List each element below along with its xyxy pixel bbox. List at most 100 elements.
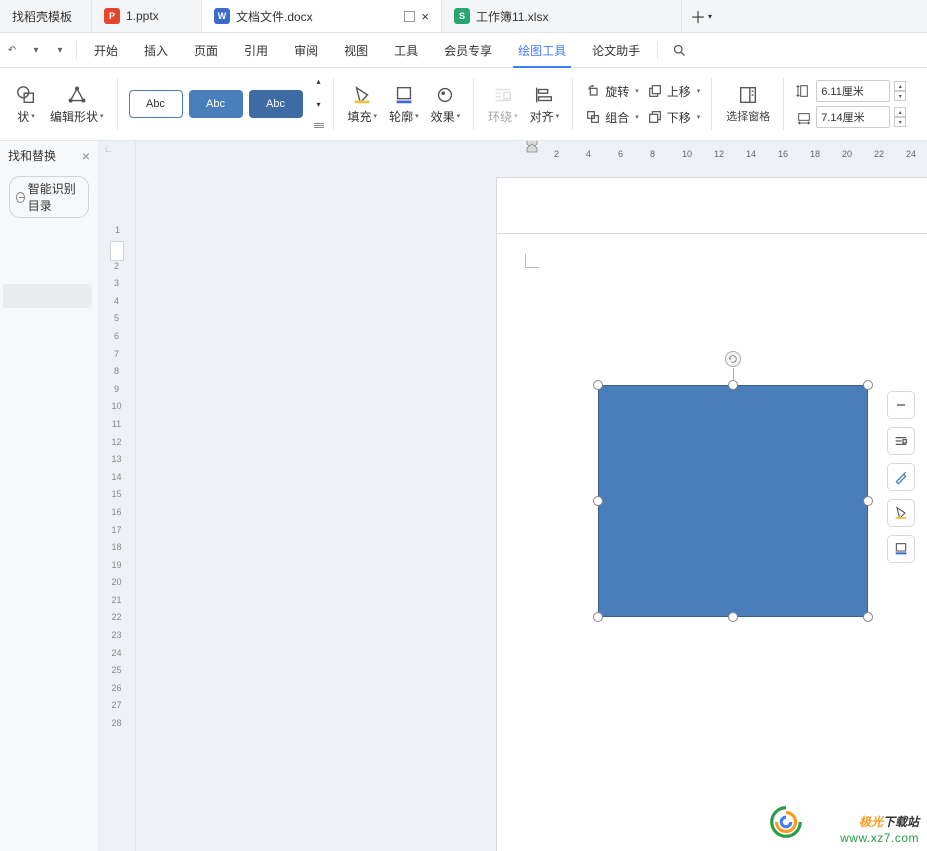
menu-insert[interactable]: 插入 [131,33,181,68]
align-icon [533,84,555,106]
ruler-tick: 12 [714,149,724,159]
menu-drawing-tools[interactable]: 绘图工具 [505,33,579,68]
ribbon-group-size: ▴▾ ▴▾ [784,68,918,140]
tab-label: 文档文件.docx [236,8,398,25]
page-thumbnail[interactable] [110,241,124,261]
wrap-button[interactable]: 环绕▾ [482,82,524,127]
horizontal-ruler: 24681012141618202224 [496,141,927,163]
layout-options-button[interactable] [887,427,915,455]
height-spin-down[interactable]: ▾ [894,91,906,101]
ruler-tick: 24 [906,149,916,159]
vruler-tick: 19 [111,558,121,572]
zoom-out-button[interactable] [887,391,915,419]
menu-chevron-right[interactable]: ▾ [48,45,72,56]
effect-button[interactable]: 效果▾ [425,82,467,127]
resize-handle-tr[interactable] [863,380,873,390]
powerpoint-icon: P [104,8,120,24]
menu-tools[interactable]: 工具 [381,33,431,68]
ribbon-toolbar: 状▾ 编辑形状▾ Abc Abc Abc ▴ ▾ 填充▾ [0,68,927,141]
width-spin-up[interactable]: ▴ [894,107,906,117]
tab-pptx[interactable]: P 1.pptx [92,0,202,32]
menu-reference[interactable]: 引用 [231,33,281,68]
resize-handle-tm[interactable] [728,380,738,390]
rotate-handle[interactable] [725,351,741,367]
resize-handle-br[interactable] [863,612,873,622]
resize-handle-bm[interactable] [728,612,738,622]
wrap-label: 环绕 [488,108,512,125]
menu-view[interactable]: 视图 [331,33,381,68]
edit-points-button[interactable] [887,463,915,491]
window-icon[interactable] [404,11,415,22]
effect-icon [434,84,456,106]
smart-toc-button[interactable]: 智能识别目录 [9,176,89,218]
rotate-label: 旋转 [605,83,629,100]
indent-marker-icon[interactable] [526,141,536,149]
shape-style-scroller: ▴ ▾ [312,77,326,131]
close-icon[interactable]: × [82,148,90,164]
group-button[interactable]: 组合▾ [585,106,639,128]
wrap-icon [492,84,514,106]
menu-paper-assistant[interactable]: 论文助手 [579,33,653,68]
outline-button[interactable]: 轮廓▾ [383,82,425,127]
panel-title: 找和替换 [8,147,56,164]
menu-page[interactable]: 页面 [181,33,231,68]
menu-review[interactable]: 审阅 [281,33,331,68]
width-input[interactable] [816,106,890,128]
vruler-tick: 4 [114,294,119,308]
send-backward-button[interactable]: 下移▾ [647,106,701,128]
selected-shape[interactable] [598,385,868,617]
shape-fill-tool-button[interactable] [887,499,915,527]
bring-forward-label: 上移 [667,83,691,100]
spreadsheet-icon: S [454,8,470,24]
ribbon-group-shape-styles: Abc Abc Abc ▴ ▾ [118,68,334,140]
vertical-ruler-column: ∟ 1 123456789101112131415161718192021222… [98,141,136,851]
resize-handle-tl[interactable] [593,380,603,390]
menu-start[interactable]: 开始 [81,33,131,68]
rotate-button[interactable]: 旋转▾ [585,80,639,102]
ruler-tick: 8 [650,149,655,159]
vruler-tick: 13 [111,452,121,466]
shape-style-outline[interactable]: Abc [129,90,183,118]
shape-rectangle[interactable] [598,385,868,617]
height-spin-up[interactable]: ▴ [894,81,906,91]
align-button[interactable]: 对齐▾ [524,82,566,127]
scroll-up-icon[interactable]: ▴ [317,77,321,86]
shape-style-fill-2[interactable]: Abc [249,90,303,118]
tab-xlsx[interactable]: S 工作簿11.xlsx [442,0,682,32]
edit-shape-label: 编辑形状 [50,108,98,125]
vruler-tick: 15 [111,487,121,501]
insert-shape-button[interactable]: 状▾ [8,82,44,127]
search-icon [672,43,687,58]
width-spin-down[interactable]: ▾ [894,117,906,127]
chevron-down-icon: ▾ [708,12,712,21]
resize-handle-bl[interactable] [593,612,603,622]
height-input[interactable] [816,80,890,102]
menu-bar: ↶ ▾ ▾ 开始 插入 页面 引用 审阅 视图 工具 会员专享 绘图工具 论文助… [0,33,927,68]
close-icon[interactable]: × [421,9,429,24]
search-button[interactable] [662,43,696,58]
selection-pane-button[interactable]: 选择窗格 [720,82,776,126]
menu-member[interactable]: 会员专享 [431,33,505,68]
undo-button[interactable]: ↶ [0,45,24,56]
bring-forward-button[interactable]: 上移▾ [647,80,701,102]
shape-style-fill-1[interactable]: Abc [189,90,243,118]
page-top-strip [496,177,927,237]
edit-shape-button[interactable]: 编辑形状▾ [44,82,110,127]
effect-label: 效果 [431,108,455,125]
ruler-tick: 2 [554,149,559,159]
selection-pane-icon [737,84,759,106]
scroll-down-icon[interactable]: ▾ [317,100,321,109]
vruler-tick: 8 [114,364,119,378]
document-area: 24681012141618202224 极光下载站 www.xz7.com [136,141,927,851]
resize-handle-ml[interactable] [593,496,603,506]
resize-handle-mr[interactable] [863,496,873,506]
shape-outline-tool-button[interactable] [887,535,915,563]
tab-docx-active[interactable]: W 文档文件.docx × [202,0,442,32]
tab-add-button[interactable]: ＋ ▾ [682,0,720,32]
gallery-more-icon[interactable] [314,123,324,131]
tab-template[interactable]: 找稻壳模板 [0,0,92,32]
fill-button[interactable]: 填充▾ [342,82,384,127]
vruler-tick: 10 [111,399,121,413]
group-label: 组合 [605,109,629,126]
menu-chevron-left[interactable]: ▾ [24,45,48,56]
